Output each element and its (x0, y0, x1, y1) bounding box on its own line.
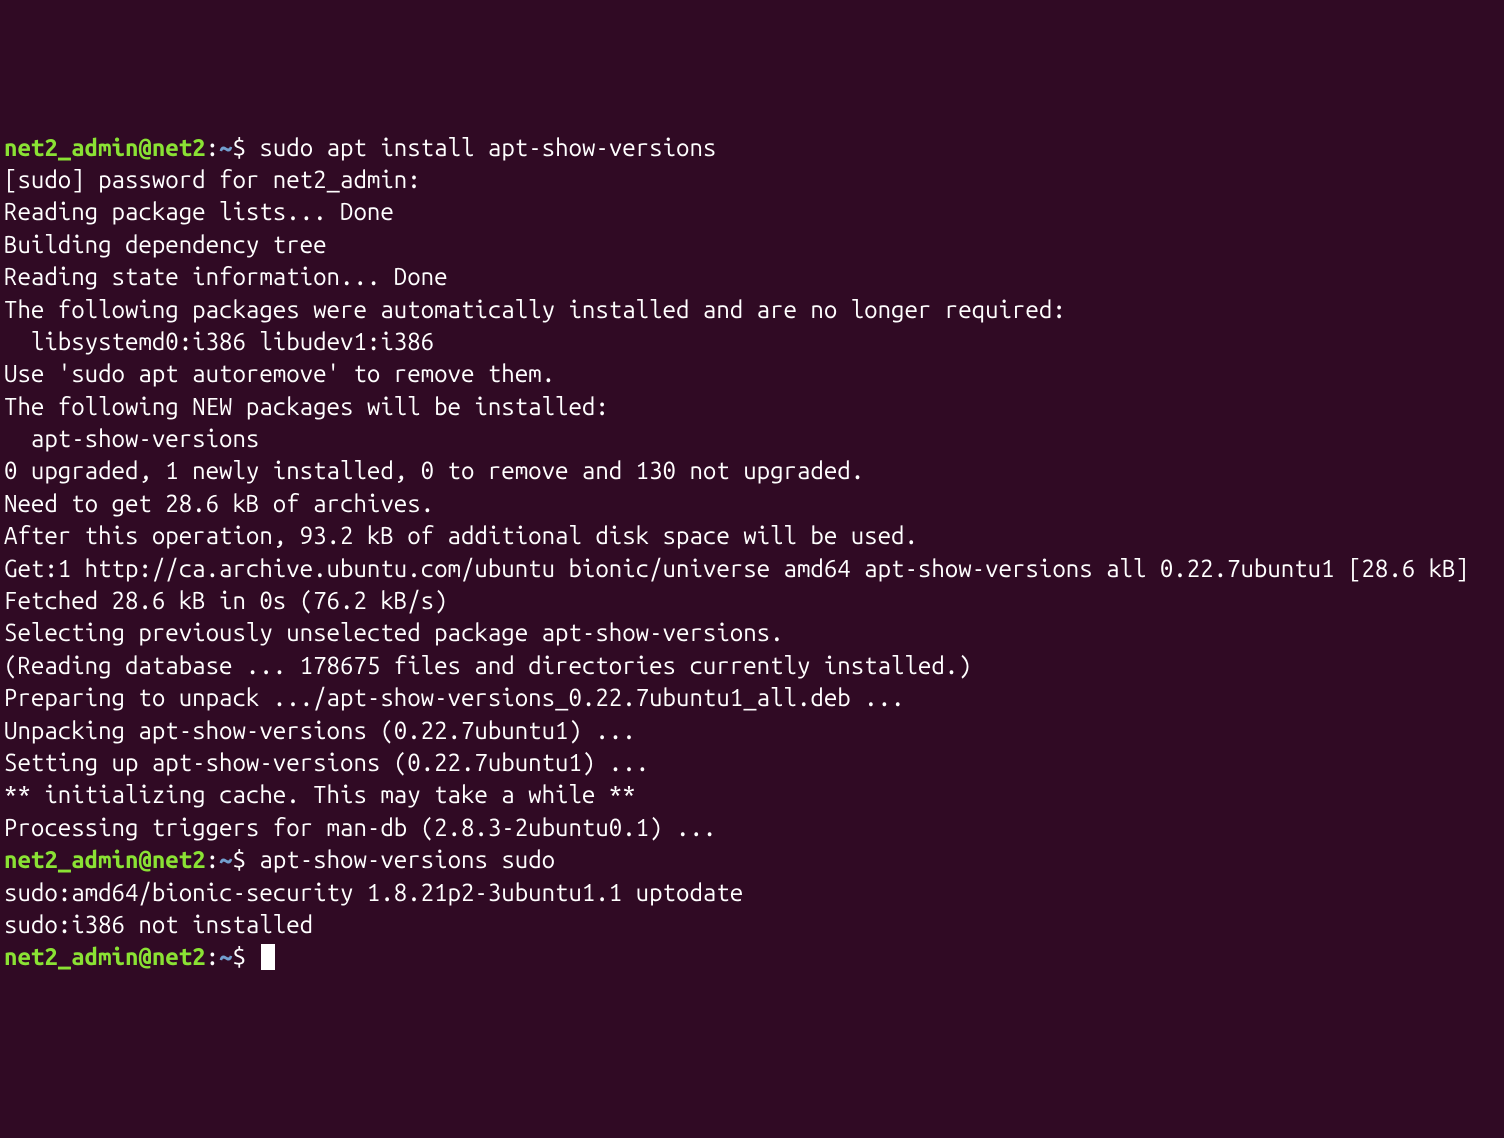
dollar: $ (233, 846, 260, 873)
output-line: The following NEW packages will be insta… (4, 391, 1500, 423)
prompt-line-2: net2_admin@net2:~$ apt-show-versions sud… (4, 844, 1500, 876)
prompt-line-1: net2_admin@net2:~$ sudo apt install apt-… (4, 132, 1500, 164)
output-line: Get:1 http://ca.archive.ubuntu.com/ubunt… (4, 553, 1500, 585)
output-line: The following packages were automaticall… (4, 294, 1500, 326)
path: ~ (219, 846, 232, 873)
output-line: [sudo] password for net2_admin: (4, 164, 1500, 196)
output-line: Use 'sudo apt autoremove' to remove them… (4, 358, 1500, 390)
output-line: sudo:i386 not installed (4, 909, 1500, 941)
output-line: After this operation, 93.2 kB of additio… (4, 520, 1500, 552)
path: ~ (219, 134, 232, 161)
dollar: $ (233, 134, 260, 161)
user-host: net2_admin@net2 (4, 943, 206, 970)
user-host: net2_admin@net2 (4, 846, 206, 873)
colon: : (206, 943, 219, 970)
output-line: Building dependency tree (4, 229, 1500, 261)
output-line: Preparing to unpack .../apt-show-version… (4, 682, 1500, 714)
output-line: Setting up apt-show-versions (0.22.7ubun… (4, 747, 1500, 779)
output-line: Fetched 28.6 kB in 0s (76.2 kB/s) (4, 585, 1500, 617)
output-line: sudo:amd64/bionic-security 1.8.21p2-3ubu… (4, 877, 1500, 909)
command-text: apt-show-versions sudo (259, 846, 555, 873)
output-line: libsystemd0:i386 libudev1:i386 (4, 326, 1500, 358)
cursor-block (261, 944, 275, 970)
terminal-window[interactable]: net2_admin@net2:~$ sudo apt install apt-… (4, 132, 1500, 974)
output-line: Processing triggers for man-db (2.8.3-2u… (4, 812, 1500, 844)
user-host: net2_admin@net2 (4, 134, 206, 161)
output-line: Selecting previously unselected package … (4, 617, 1500, 649)
output-line: apt-show-versions (4, 423, 1500, 455)
output-line: ** initializing cache. This may take a w… (4, 779, 1500, 811)
path: ~ (219, 943, 232, 970)
output-line: Reading state information... Done (4, 261, 1500, 293)
command-text: sudo apt install apt-show-versions (259, 134, 716, 161)
output-line: Reading package lists... Done (4, 196, 1500, 228)
colon: : (206, 846, 219, 873)
output-line: (Reading database ... 178675 files and d… (4, 650, 1500, 682)
colon: : (206, 134, 219, 161)
dollar: $ (233, 943, 260, 970)
output-line: Need to get 28.6 kB of archives. (4, 488, 1500, 520)
output-line: Unpacking apt-show-versions (0.22.7ubunt… (4, 715, 1500, 747)
output-line: 0 upgraded, 1 newly installed, 0 to remo… (4, 455, 1500, 487)
prompt-line-3[interactable]: net2_admin@net2:~$ (4, 941, 1500, 973)
